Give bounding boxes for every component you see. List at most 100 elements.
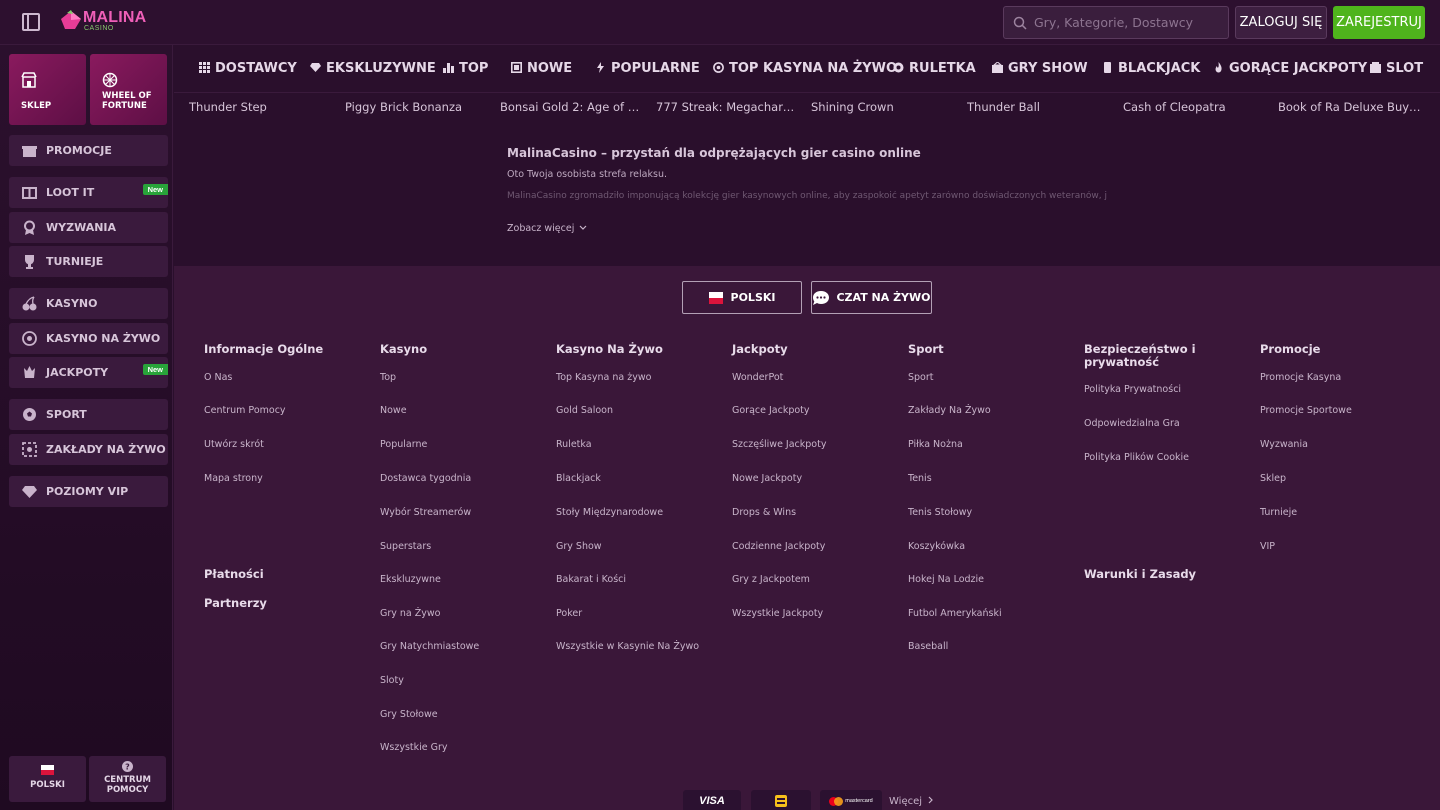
footer-link[interactable]: Wszystkie w Kasynie Na Żywo [556, 641, 699, 652]
tab-gorace-jackpoty[interactable]: GORĄCE JACKPOTY [1213, 61, 1367, 76]
tab-nowe[interactable]: NOWE [511, 61, 572, 76]
tab-top-kasyna-na-zywo[interactable]: TOP KASYNA NA ŻYWO [713, 61, 897, 76]
game-title[interactable]: 777 Streak: Megacharged [656, 100, 801, 114]
game-title[interactable]: Shining Crown [811, 100, 956, 114]
footer-link[interactable]: Wybór Streamerów [380, 507, 471, 518]
login-button[interactable]: ZALOGUJ SIĘ [1235, 6, 1327, 39]
footer-link[interactable]: Stoły Międzynarodowe [556, 507, 663, 518]
footer-link[interactable]: Superstars [380, 541, 431, 552]
footer-heading-platnosci[interactable]: Płatności [204, 567, 264, 581]
footer-link[interactable]: Drops & Wins [732, 507, 796, 518]
footer-link[interactable]: Utwórz skrót [204, 439, 264, 450]
footer-link[interactable]: Mapa strony [204, 473, 263, 484]
footer-link[interactable]: Polityka Prywatności [1084, 384, 1181, 395]
footer-link[interactable]: Gry Natychmiastowe [380, 641, 479, 652]
language-button[interactable]: POLSKI [9, 756, 86, 802]
sidebar-item-jackpoty[interactable]: JACKPOTY New [9, 357, 168, 388]
footer-link[interactable]: Promocje Kasyna [1260, 372, 1341, 383]
sidebar-item-wyzwania[interactable]: WYZWANIA [9, 212, 168, 243]
game-title[interactable]: Thunder Ball [967, 100, 1112, 114]
footer-link[interactable]: Centrum Pomocy [204, 405, 286, 416]
sidebar-item-kasyno[interactable]: KASYNO [9, 288, 168, 319]
footer-link[interactable]: Gold Saloon [556, 405, 613, 416]
sidebar-toggle-icon[interactable] [22, 13, 40, 31]
game-title[interactable]: Piggy Brick Bonanza [345, 100, 490, 114]
footer-link[interactable]: Tenis [908, 473, 932, 484]
help-center-button[interactable]: ? CENTRUM POMOCY [89, 756, 166, 802]
footer-heading-partnerzy[interactable]: Partnerzy [204, 596, 267, 610]
sidebar-item-zaklady-na-zywo[interactable]: ZAKŁADY NA ŻYWO [9, 434, 168, 465]
tab-blackjack[interactable]: BLACKJACK [1102, 61, 1200, 76]
tab-dostawcy[interactable]: DOSTAWCY [199, 61, 297, 76]
sidebar-item-sport[interactable]: SPORT [9, 399, 168, 430]
tab-gry-show[interactable]: GRY SHOW [992, 61, 1088, 76]
see-more-link[interactable]: Zobacz więcej [507, 223, 587, 234]
see-more-label: Zobacz więcej [507, 223, 575, 234]
sidebar-item-turnieje[interactable]: TURNIEJE [9, 246, 168, 277]
footer-link[interactable]: Gorące Jackpoty [732, 405, 810, 416]
footer-link[interactable]: WonderPot [732, 372, 783, 383]
search-box[interactable] [1003, 6, 1229, 39]
footer-link[interactable]: Gry Show [556, 541, 602, 552]
footer-link[interactable]: Futbol Amerykański [908, 608, 1002, 619]
game-title[interactable]: Cash of Cleopatra [1123, 100, 1268, 114]
footer-link[interactable]: Nowe [380, 405, 407, 416]
footer-link[interactable]: Baseball [908, 641, 948, 652]
target-icon [713, 62, 724, 73]
payments-more-link[interactable]: Więcej [889, 796, 934, 807]
footer-link[interactable]: Popularne [380, 439, 427, 450]
tab-ekskluzywne[interactable]: EKSKLUZYWNE [310, 61, 436, 76]
footer-link[interactable]: Koszykówka [908, 541, 965, 552]
sidebar-item-label: POZIOMY VIP [46, 485, 129, 498]
live-chat-button[interactable]: CZAT NA ŻYWO [811, 281, 932, 314]
footer-link[interactable]: Poker [556, 608, 582, 619]
footer-link[interactable]: Sport [908, 372, 934, 383]
search-input[interactable] [1034, 7, 1224, 38]
game-title[interactable]: Book of Ra Deluxe Buy Bonus [1278, 100, 1423, 114]
footer-link[interactable]: Tenis Stołowy [908, 507, 972, 518]
footer-link[interactable]: Nowe Jackpoty [732, 473, 802, 484]
tab-slot[interactable]: SLOT [1370, 61, 1423, 76]
footer-link[interactable]: Wszystkie Gry [380, 742, 448, 753]
footer-link[interactable]: Gry Stołowe [380, 709, 438, 720]
footer-language-button[interactable]: POLSKI [682, 281, 802, 314]
footer-link[interactable]: Codzienne Jackpoty [732, 541, 825, 552]
footer-link[interactable]: Sklep [1260, 473, 1286, 484]
sidebar-item-kasyno-na-zywo[interactable]: KASYNO NA ŻYWO [9, 323, 168, 354]
footer-link[interactable]: O Nas [204, 372, 232, 383]
footer-link[interactable]: Top Kasyna na żywo [556, 372, 651, 383]
footer-link[interactable]: Hokej Na Lodzie [908, 574, 984, 585]
footer-link[interactable]: VIP [1260, 541, 1275, 552]
footer-link[interactable]: Ekskluzywne [380, 574, 441, 585]
footer-link[interactable]: Turnieje [1260, 507, 1297, 518]
shop-tile-label: SKLEP [21, 101, 52, 111]
footer-link[interactable]: Gry z Jackpotem [732, 574, 810, 585]
tab-top[interactable]: TOP [443, 61, 488, 76]
footer-link[interactable]: Wszystkie Jackpoty [732, 608, 823, 619]
sidebar-item-loot-it[interactable]: LOOT IT New [9, 177, 168, 208]
footer-link[interactable]: Gry na Żywo [380, 608, 440, 619]
footer-link[interactable]: Odpowiedzialna Gra [1084, 418, 1180, 429]
shop-tile[interactable]: SKLEP [9, 54, 86, 125]
sidebar-item-promocje[interactable]: PROMOCJE [9, 135, 168, 166]
footer-link[interactable]: Bakarat i Kości [556, 574, 626, 585]
footer-link[interactable]: Blackjack [556, 473, 601, 484]
footer-link[interactable]: Szczęśliwe Jackpoty [732, 439, 826, 450]
footer-link[interactable]: Dostawca tygodnia [380, 473, 471, 484]
footer-link[interactable]: Promocje Sportowe [1260, 405, 1352, 416]
game-title[interactable]: Bonsai Gold 2: Age of Prosperity [500, 100, 645, 114]
footer-link[interactable]: Ruletka [556, 439, 592, 450]
footer-link[interactable]: Zakłady Na Żywo [908, 405, 991, 416]
footer-link[interactable]: Polityka Plików Cookie [1084, 452, 1189, 463]
game-title[interactable]: Thunder Step [189, 100, 334, 114]
footer-link[interactable]: Piłka Nożna [908, 439, 963, 450]
footer-link[interactable]: Top [380, 372, 396, 383]
wheel-of-fortune-tile[interactable]: WHEEL OF FORTUNE [90, 54, 167, 125]
tab-popularne[interactable]: POPULARNE [595, 61, 700, 76]
footer-link[interactable]: Wyzwania [1260, 439, 1308, 450]
sidebar-item-poziomy-vip[interactable]: POZIOMY VIP [9, 476, 168, 507]
footer-heading-warunki[interactable]: Warunki i Zasady [1084, 567, 1196, 581]
footer-link[interactable]: Sloty [380, 675, 404, 686]
register-button[interactable]: ZAREJESTRUJ [1333, 6, 1425, 39]
tab-ruletka[interactable]: RULETKA [893, 61, 976, 76]
